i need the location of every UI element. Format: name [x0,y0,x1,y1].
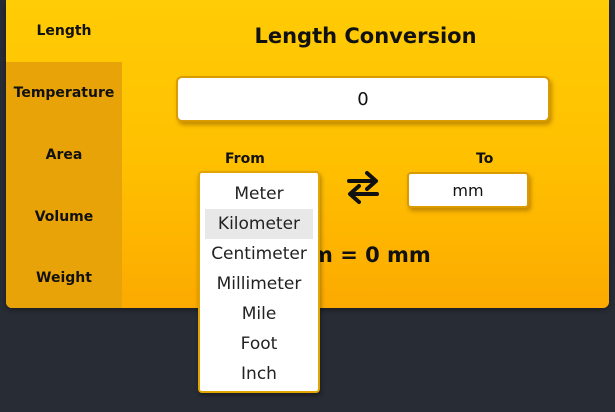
tab-weight[interactable]: Weight [6,248,122,308]
option-foot[interactable]: Foot [205,329,313,359]
tab-length-label: Length [36,23,92,39]
tab-volume-label: Volume [34,209,94,225]
option-inch[interactable]: Inch [205,359,313,389]
sidebar: Length Temperature Area Volume Weight [6,0,122,308]
tab-area[interactable]: Area [6,124,122,186]
swap-arrows-icon[interactable] [343,168,383,206]
tab-length[interactable]: Length [6,0,122,62]
to-unit-value: mm [452,180,484,200]
tab-volume[interactable]: Volume [6,186,122,248]
page-title: Length Conversion [254,24,477,48]
option-kilometer[interactable]: Kilometer [205,209,313,239]
tab-area-label: Area [45,147,83,163]
to-unit-select[interactable]: mm [407,172,529,208]
from-label: From [225,151,265,167]
option-meter[interactable]: Meter [205,179,313,209]
to-label: To [476,151,494,167]
value-input[interactable] [176,76,550,122]
option-mile[interactable]: Mile [205,299,313,329]
from-unit-dropdown[interactable]: Meter Kilometer Centimeter Millimeter Mi… [198,171,320,393]
tab-temperature[interactable]: Temperature [6,62,122,124]
option-centimeter[interactable]: Centimeter [205,239,313,269]
tab-weight-label: Weight [36,270,92,286]
conversion-result: m = 0 mm [311,243,431,267]
option-millimeter[interactable]: Millimeter [205,269,313,299]
tab-temperature-label: Temperature [13,85,115,101]
